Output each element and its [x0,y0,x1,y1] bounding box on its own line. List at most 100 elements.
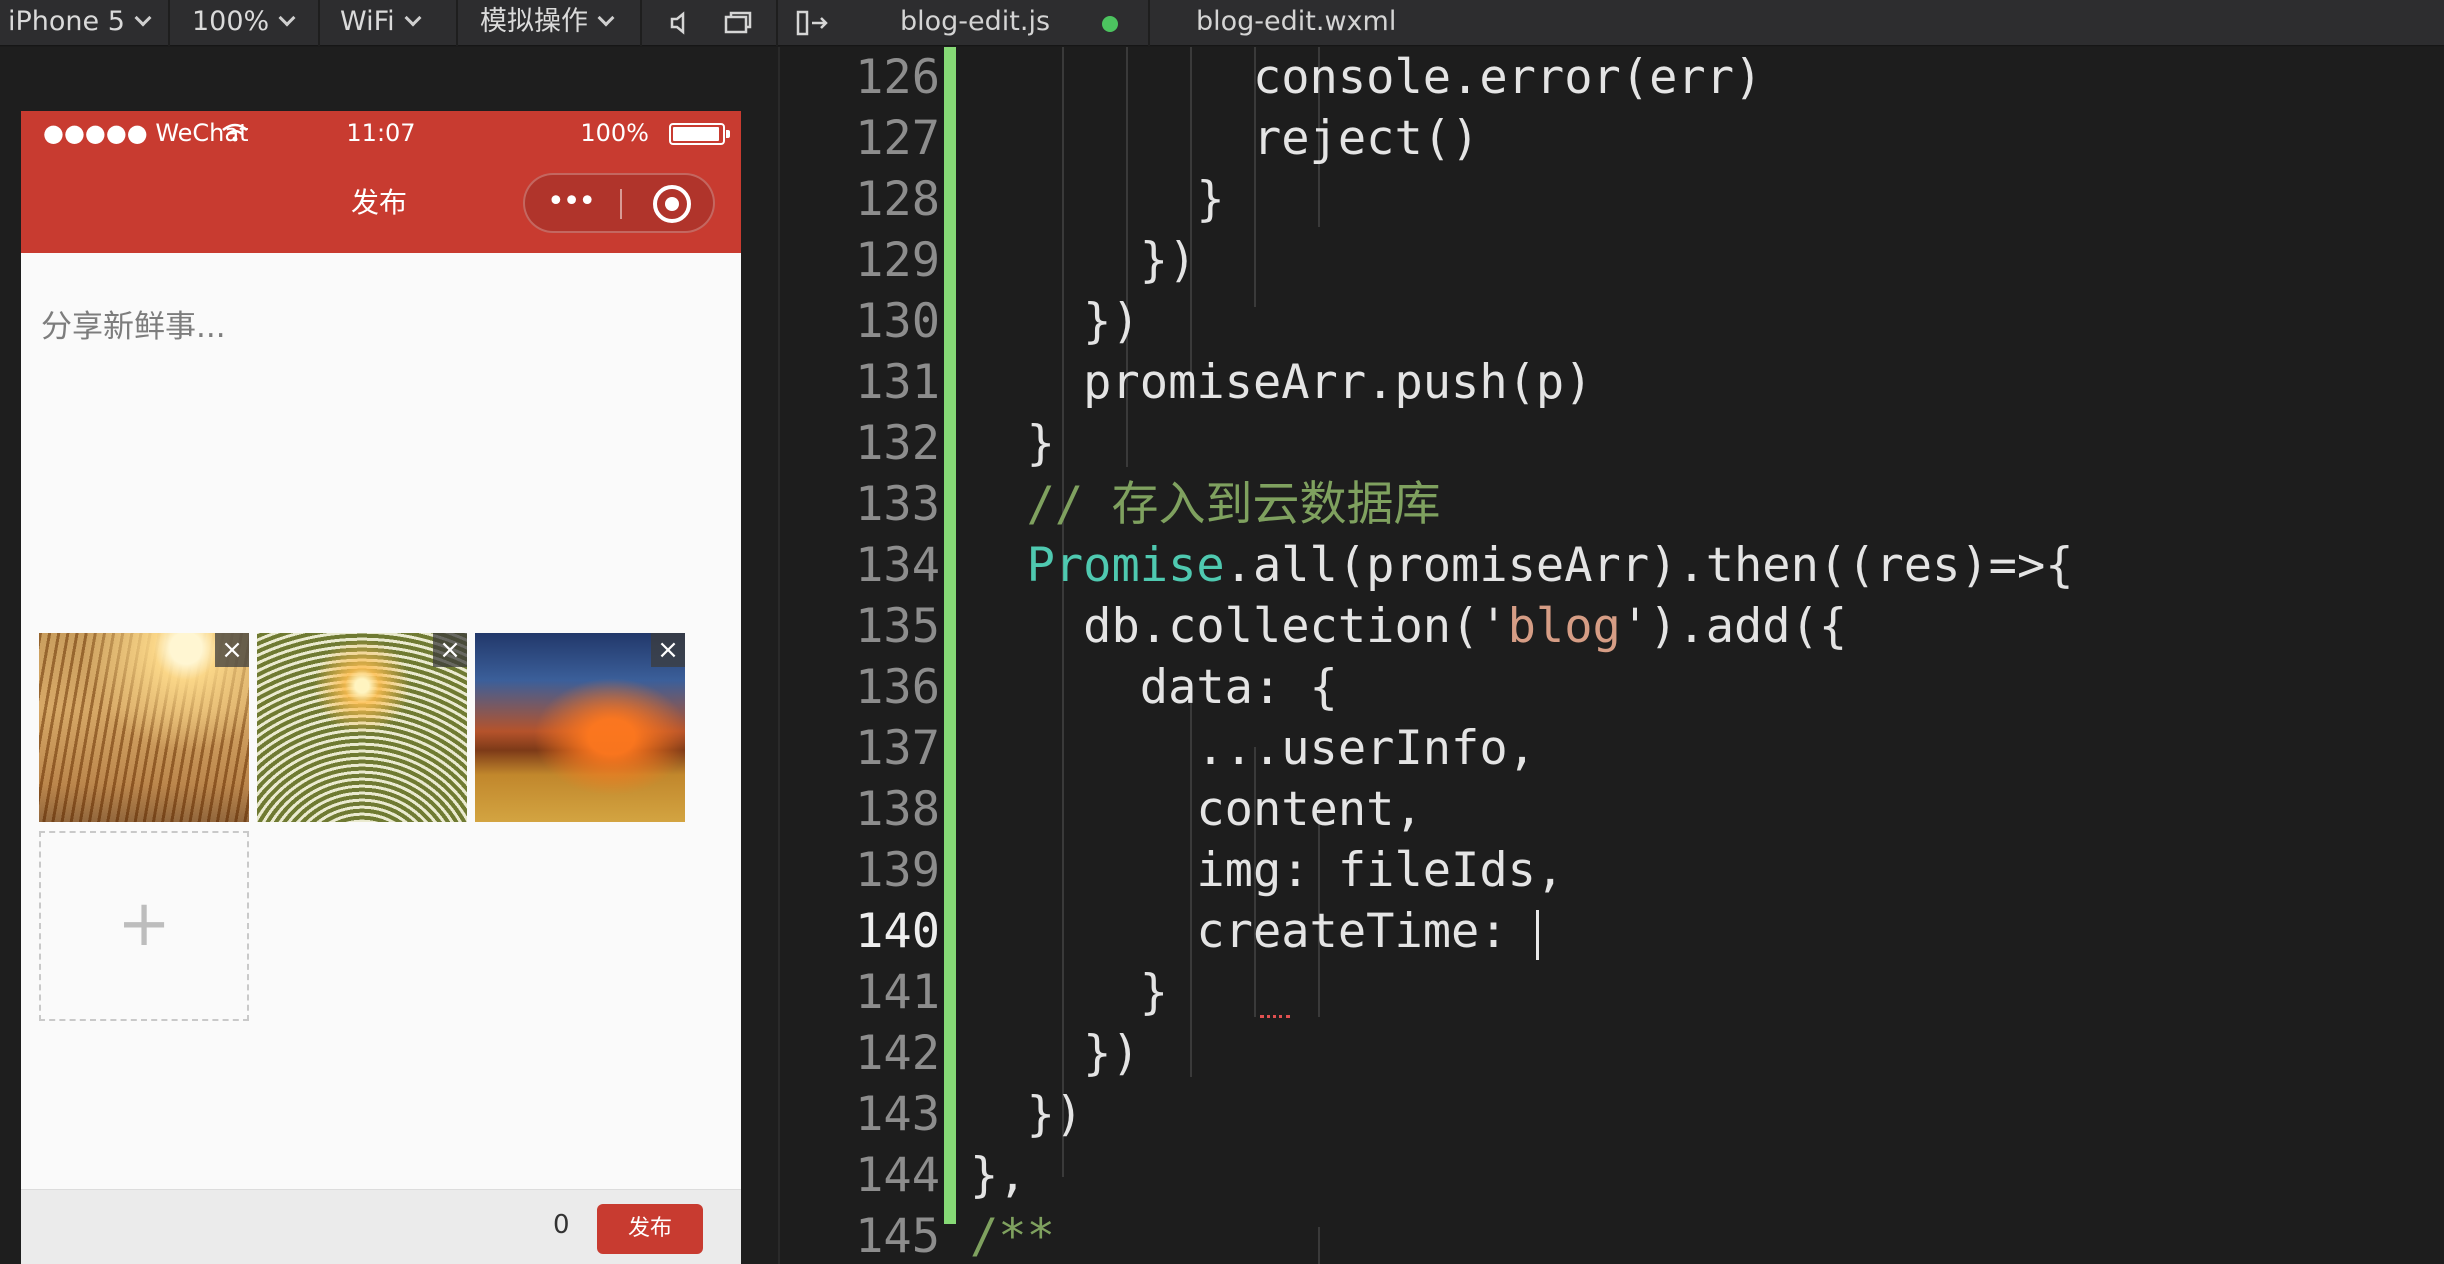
code-comment: // 存入到云数据库 [970,477,1441,532]
split-view-icon[interactable] [796,9,830,37]
simulator-panel: ●●●●● WeChat 11:07 100% 发布 ••• 分享新鲜事... … [0,47,778,1264]
code-line: 143 }) [780,1084,2444,1145]
line-number: 126 [855,50,940,105]
tab-divider [1148,0,1150,46]
code-text: content, [970,782,1423,837]
delete-image-icon[interactable]: × [651,633,685,667]
line-number: 134 [855,538,940,593]
toolbar-divider [640,0,642,46]
line-number: 128 [855,172,940,227]
code-line: 145 /** [780,1206,2444,1264]
zoom-label: 100% [192,6,270,37]
code-line: 126 console.error(err) [780,47,2444,108]
line-number: 137 [855,721,940,776]
code-line: 130 }) [780,291,2444,352]
top-toolbar: iPhone 5 100% WiFi 模拟操作 blog-edit.js blo… [0,0,2444,46]
code-text: }) [970,294,1140,349]
tab-label: blog-edit.wxml [1196,6,1397,37]
line-number: 139 [855,843,940,898]
more-icon[interactable]: ••• [547,184,596,219]
code-text: }) [970,1026,1140,1081]
code-text: }) [970,233,1197,288]
line-number: 132 [855,416,940,471]
code-text: Promise.all(promiseArr).then((res)=>{ [1026,538,2074,593]
line-number: 133 [855,477,940,532]
chevron-down-icon [134,9,152,27]
code-comment: /** [970,1209,1055,1264]
line-number: 144 [855,1148,940,1203]
line-number: 136 [855,660,940,715]
toolbar-divider [776,0,778,46]
add-image-button[interactable]: + [39,831,249,1021]
code-text: }) [970,1087,1084,1142]
code-text-with-cursor: createTime: [970,901,1539,962]
simulate-label: 模拟操作 [480,6,588,37]
code-line: 132 } [780,413,2444,474]
code-line: 137 ...userInfo, [780,718,2444,779]
code-line: 134 Promise.all(promiseArr).then((res)=>… [780,535,2444,596]
code-text: createTime: [970,904,1536,959]
device-select[interactable]: iPhone 5 [8,0,152,46]
code-line: 138 content, [780,779,2444,840]
code-line: 141 } [780,962,2444,1023]
line-number: 129 [855,233,940,288]
menu-capsule: ••• [523,173,715,233]
code-line: 127 reject() [780,108,2444,169]
code-text: db.collection('blog').add({ [970,599,1848,654]
line-number: 141 [855,965,940,1020]
tab-blog-edit-wxml[interactable]: blog-edit.wxml [1196,0,1396,46]
code-text: reject() [970,111,1480,166]
image-thumbnail[interactable]: × [257,633,467,822]
line-number: 138 [855,782,940,837]
line-number: 127 [855,111,940,166]
code-text: data: { [970,660,1338,715]
word-count: 0 [553,1210,570,1240]
code-text: img: fileIds, [970,843,1565,898]
code-line: 144}, [780,1145,2444,1206]
delete-image-icon[interactable]: × [433,633,467,667]
toolbar-divider [168,0,170,46]
line-number: 143 [855,1087,940,1142]
network-label: WiFi [340,6,395,37]
page-title: 发布 [351,186,408,219]
code-editor[interactable]: 126 console.error(err) 127 reject() 128 … [780,47,2444,1264]
code-text: } [970,416,1055,471]
code-line: 128 } [780,169,2444,230]
code-text: }, [970,1148,1027,1203]
image-thumbnail[interactable]: × [39,633,249,822]
chevron-down-icon [404,9,422,27]
phone-screen: ●●●●● WeChat 11:07 100% 发布 ••• 分享新鲜事... … [21,111,741,1264]
publish-button[interactable]: 发布 [597,1204,703,1254]
code-text: console.error(err) [970,50,1763,105]
zoom-select[interactable]: 100% [192,0,296,46]
unsaved-dot-icon [1102,16,1118,32]
code-text: } [970,965,1169,1020]
simulate-select[interactable]: 模拟操作 [480,0,615,46]
capsule-divider [620,189,622,219]
code-line: 139 img: fileIds, [780,840,2444,901]
code-text: } [970,172,1225,227]
code-line: 142 }) [780,1023,2444,1084]
tab-label: blog-edit.js [900,6,1051,37]
code-line: 136 data: { [780,657,2444,718]
battery-icon [669,123,730,145]
line-number: 135 [855,599,940,654]
network-select[interactable]: WiFi [340,0,422,46]
code-line: 129 }) [780,230,2444,291]
image-thumbnail[interactable]: × [475,633,685,822]
tab-blog-edit-js[interactable]: blog-edit.js [900,0,1050,46]
delete-image-icon[interactable]: × [215,633,249,667]
nav-bar: 发布 ••• [21,153,741,253]
footer-bar: 0 发布 [21,1189,741,1264]
content-textarea[interactable]: 分享新鲜事... [41,301,226,346]
window-icon[interactable] [724,10,752,36]
speaker-icon[interactable] [668,10,694,36]
close-target-icon[interactable] [653,185,691,223]
status-bar: ●●●●● WeChat 11:07 100% [21,111,741,153]
line-number: 145 [855,1209,940,1264]
text-cursor [1535,909,1539,960]
line-number: 142 [855,1026,940,1081]
code-line: 131 promiseArr.push(p) [780,352,2444,413]
code-line-current: 140 createTime: [780,901,2444,962]
code-line: 133 // 存入到云数据库 [780,474,2444,535]
